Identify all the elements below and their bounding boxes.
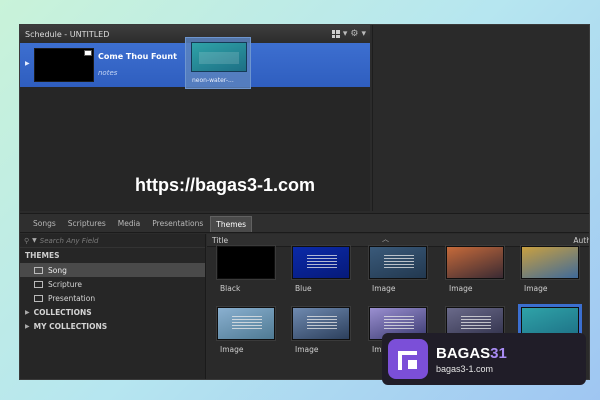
schedule-header-controls: ▾ ⚙ ▾	[331, 29, 366, 39]
theme-label: Image	[449, 284, 473, 293]
sidebar-item-label: Song	[48, 265, 67, 275]
grid-view-icon[interactable]	[331, 30, 340, 38]
preview-panel	[372, 25, 589, 211]
chevron-down-icon[interactable]: ▾	[361, 29, 366, 39]
scripture-theme-icon	[34, 280, 43, 288]
theme-text-preview	[307, 316, 337, 330]
column-title[interactable]: Title	[212, 236, 228, 245]
sidebar-item-label: Presentation	[48, 293, 96, 303]
gear-icon[interactable]: ⚙	[350, 29, 358, 39]
theme-card[interactable]: Image	[217, 307, 277, 354]
library-tabs: Songs Scriptures Media Presentations Themes	[20, 213, 589, 233]
schedule-item-notes[interactable]: notes	[98, 69, 117, 77]
bagas31-logo-icon	[388, 339, 428, 379]
theme-card[interactable]: Image	[446, 246, 506, 293]
theme-thumbnail[interactable]	[292, 246, 350, 279]
column-author[interactable]: Auth	[573, 236, 589, 245]
theme-text-preview	[307, 255, 337, 269]
theme-thumbnail[interactable]	[217, 246, 275, 279]
theme-label: Image	[220, 345, 244, 354]
tab-themes[interactable]: Themes	[210, 216, 253, 232]
theme-label: Image	[295, 345, 319, 354]
sidebar-item-label: Scripture	[48, 279, 83, 289]
theme-label: Black	[220, 284, 241, 293]
sidebar-item-scripture[interactable]: Scripture	[20, 277, 205, 291]
tab-scriptures[interactable]: Scriptures	[63, 214, 111, 232]
theme-label: Image	[524, 284, 548, 293]
badge-brand-right: 31	[490, 344, 507, 362]
tab-media[interactable]: Media	[113, 214, 146, 232]
expand-triangle-icon[interactable]: ▶	[25, 309, 30, 316]
dragged-theme-preview[interactable]: neon-water-...	[185, 37, 251, 89]
search-placeholder[interactable]: Search Any Field	[40, 237, 99, 245]
schedule-item-title: Come Thou Fount	[98, 52, 177, 61]
sidebar-item-presentation[interactable]: Presentation	[20, 291, 205, 305]
watermark-badge: BAGAS31 bagas3-1.com	[382, 333, 586, 385]
sidebar-group-my-collections[interactable]: ▶ MY COLLECTIONS	[20, 319, 205, 333]
theme-card[interactable]: Blue	[292, 246, 352, 293]
collection-groups: ▶ COLLECTIONS ▶ MY COLLECTIONS	[20, 305, 205, 333]
theme-card[interactable]: Image	[521, 246, 581, 293]
theme-thumbnail[interactable]	[217, 307, 275, 340]
chevron-down-icon[interactable]: ▾	[343, 29, 348, 39]
theme-thumbnail[interactable]	[369, 246, 427, 279]
dragged-theme-label: neon-water-...	[192, 77, 234, 84]
tab-songs[interactable]: Songs	[28, 214, 61, 232]
tab-presentations[interactable]: Presentations	[147, 214, 208, 232]
theme-label: Blue	[295, 284, 312, 293]
schedule-title: Schedule - UNTITLED	[25, 29, 110, 39]
song-badge-icon	[84, 50, 92, 56]
badge-domain: bagas3-1.com	[436, 363, 494, 374]
sidebar-item-song[interactable]: Song	[20, 263, 205, 277]
theme-thumbnail[interactable]	[446, 246, 504, 279]
theme-text-preview	[461, 316, 491, 330]
theme-text-preview	[232, 316, 262, 330]
watermark-url: https://bagas3-1.com	[135, 175, 316, 195]
themes-category-list: Song Scripture Presentation	[20, 263, 205, 305]
sidebar-group-collections[interactable]: ▶ COLLECTIONS	[20, 305, 205, 319]
sidebar-group-label: MY COLLECTIONS	[33, 321, 108, 331]
chevron-down-icon[interactable]: ▼	[32, 237, 37, 244]
dragged-theme-thumbnail	[191, 42, 247, 72]
theme-label: Image	[372, 284, 396, 293]
sort-chevron-icon[interactable]: ︿	[382, 234, 389, 244]
song-theme-icon	[34, 266, 43, 274]
themes-section-header: THEMES	[25, 251, 60, 260]
theme-text-preview	[384, 316, 414, 330]
theme-text-preview	[384, 255, 414, 269]
sidebar-group-label: COLLECTIONS	[33, 307, 92, 317]
schedule-item-thumbnail	[34, 48, 94, 82]
theme-card[interactable]: Image	[369, 246, 429, 293]
search-field[interactable]: ⚲ ▼ Search Any Field	[20, 234, 205, 248]
badge-brand-left: BAGAS	[436, 344, 491, 362]
library-sidebar: ⚲ ▼ Search Any Field THEMES Song Scriptur…	[20, 234, 206, 379]
theme-thumbnail[interactable]	[292, 307, 350, 340]
app-window: Schedule - UNTITLED ▾ ⚙ ▾ ▶ Come Thou Fo…	[19, 24, 590, 380]
badge-text: BAGAS31 bagas3-1.com	[436, 345, 507, 374]
theme-card[interactable]: Image	[292, 307, 352, 354]
theme-thumbnail[interactable]	[521, 246, 579, 279]
badge-brand: BAGAS31	[436, 345, 507, 362]
expand-triangle-icon[interactable]: ▶	[25, 323, 30, 330]
play-triangle-icon[interactable]: ▶	[25, 60, 30, 67]
search-icon[interactable]: ⚲	[24, 237, 29, 245]
theme-card[interactable]: Black	[217, 246, 277, 293]
presentation-theme-icon	[34, 294, 43, 302]
